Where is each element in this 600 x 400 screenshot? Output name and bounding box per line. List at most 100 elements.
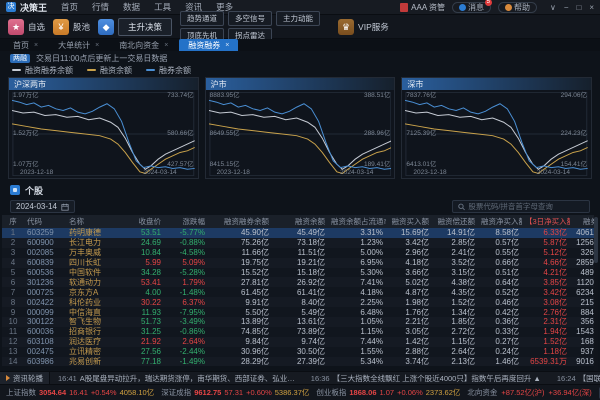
legend-marker	[12, 69, 21, 71]
column-header[interactable]: 代码	[24, 217, 66, 226]
table-row[interactable]: 3002085万丰奥威10.84-4.58%11.66亿11.51亿5.00%2…	[2, 248, 598, 258]
table-row[interactable]: 13002475立讯精密27.56-2.44%30.96亿30.50亿1.55%…	[2, 347, 598, 357]
account-info[interactable]: AAA 资管	[400, 2, 445, 13]
column-header[interactable]: 融资净买入额	[478, 217, 522, 226]
close-icon[interactable]: ×	[225, 42, 229, 49]
column-header[interactable]: 融资买入额	[386, 217, 432, 226]
table-row[interactable]: 6301236软通动力53.411.79%27.81亿26.92亿7.41%5.…	[2, 277, 598, 287]
ticker-item[interactable]: 16:41A股尾盘异动拉升，瑞达期货涨停，南华期货、西部证券、弘业…	[58, 373, 295, 384]
y-axis-label: 154.41亿	[561, 162, 587, 168]
table-cell: 润达医疗	[66, 337, 124, 346]
table-scrollbar[interactable]	[594, 215, 598, 371]
table-cell: -4.58%	[164, 248, 208, 257]
column-header[interactable]: 融资融券余额	[208, 217, 272, 226]
menu-item[interactable]: 行情	[92, 1, 109, 13]
legend-item[interactable]: 融资余额	[87, 65, 132, 76]
menu-item[interactable]: 首页	[61, 1, 78, 13]
close-icon[interactable]: ×	[34, 42, 38, 49]
close-icon[interactable]: ×	[95, 42, 99, 49]
table-row[interactable]: 5600536中国软件34.28-5.28%15.52亿15.18亿5.30%3…	[2, 268, 598, 278]
y-axis-label: 8883.95亿	[210, 93, 240, 99]
table-cell: 5.02亿	[386, 278, 432, 287]
main-rise-button[interactable]: 主升决策	[118, 18, 172, 36]
column-header[interactable]: 【3日净买入额】	[522, 217, 570, 226]
table-cell: 53.51	[124, 228, 164, 237]
table-cell: 19.75亿	[208, 258, 272, 267]
ticker-item[interactable]: 16:24【国联证券】银行后续绝对收益下跌空间不大 具备高股息扩容潜力的企业…	[557, 373, 600, 384]
messages-button[interactable]: 消息 5	[452, 2, 491, 13]
table-row[interactable]: 12603108润达医疗21.922.64%9.84亿9.74亿7.44%1.4…	[2, 337, 598, 347]
column-header[interactable]: 融资余额	[272, 217, 328, 226]
minimize-button[interactable]: −	[564, 3, 569, 12]
tab-首页[interactable]: 首页×	[4, 39, 47, 51]
stockpool-button[interactable]: ¥ 股池	[53, 19, 90, 35]
table-row[interactable]: 2600900长江电力24.69-0.88%75.26亿73.18亿1.23%3…	[2, 238, 598, 248]
table-cell: 8.58亿	[478, 228, 522, 237]
watchlist-button[interactable]: ★ 自选	[8, 19, 45, 35]
table-cell: -1.48%	[164, 288, 208, 297]
table-cell: 1.23%	[328, 238, 386, 247]
y-axis-label: 427.57亿	[167, 162, 193, 168]
table-row[interactable]: 14603986兆易创新77.18-1.49%28.29亿27.39亿5.34%…	[2, 357, 598, 367]
ticker-item[interactable]: 16:36【三大指数全线飘红 上涨个股近4000只】指数午后再度回升 ▲	[311, 373, 541, 384]
date-picker[interactable]: 2024-03-14	[10, 200, 75, 213]
table-cell: 2.96亿	[386, 248, 432, 257]
margin-badge: 两融	[10, 54, 30, 63]
column-header[interactable]: 收盘价	[124, 217, 164, 226]
table-cell: 5.50亿	[208, 308, 272, 317]
table-cell: 6.37%	[164, 298, 208, 307]
table-row[interactable]: 7000725京东方A4.00-1.48%61.45亿61.41亿4.18%4.…	[2, 287, 598, 297]
table-cell: 4	[2, 258, 24, 267]
index-quote[interactable]: 深证成指9612.7557.31+0.60%5386.37亿	[161, 387, 309, 398]
legend-item[interactable]: 融券余额	[146, 65, 191, 76]
table-row[interactable]: 4600839四川长虹5.995.09%19.75亿19.21亿6.95%4.1…	[2, 258, 598, 268]
menu-item[interactable]: 工具	[154, 1, 171, 13]
table-cell: 3.42亿	[386, 238, 432, 247]
table-cell: 5.34%	[328, 357, 386, 366]
index-quote[interactable]: 上证指数3054.6416.41+0.54%4058.10亿	[6, 387, 154, 398]
tab-大单统计[interactable]: 大单统计×	[49, 39, 108, 51]
table-cell: 3.66亿	[386, 268, 432, 277]
table-cell: -0.88%	[164, 238, 208, 247]
table-cell: 1.42亿	[386, 337, 432, 346]
feature-button[interactable]: 多空信号	[228, 11, 272, 26]
table-cell: -0.86%	[164, 327, 208, 336]
column-header[interactable]: 融资偿还额	[432, 217, 478, 226]
y-axis-label: 224.23亿	[561, 131, 587, 137]
table-row[interactable]: 10300122智飞生物51.73-3.49%13.89亿13.61亿1.05%…	[2, 317, 598, 327]
table-row[interactable]: 11600036招商银行31.25-0.86%74.85亿73.89亿1.15%…	[2, 327, 598, 337]
document-icon	[400, 3, 408, 12]
column-header[interactable]: 融资余额占流通市值比	[328, 217, 386, 226]
table-cell: 药明康德	[66, 228, 124, 237]
help-button[interactable]: 帮助	[498, 2, 537, 13]
vip-button[interactable]: ♛ VIP服务	[338, 19, 389, 35]
menu-item[interactable]: 数据	[123, 1, 140, 13]
north-funds[interactable]: 北向资金 +87.52亿(沪) +36.94亿(深)	[467, 387, 591, 398]
table-cell: 1.79%	[164, 278, 208, 287]
tab-南北向资金[interactable]: 南北向资金×	[110, 39, 177, 51]
close-button[interactable]: ×	[589, 3, 594, 12]
maximize-button[interactable]: □	[576, 3, 581, 12]
index-quote[interactable]: 创业板指1868.061.07+0.06%2373.62亿	[316, 387, 460, 398]
collapse-icon[interactable]: ∨	[550, 3, 556, 12]
y-axis-label: 1.97万亿	[13, 93, 39, 99]
table-row[interactable]: 8002422科伦药业30.226.37%9.91亿8.40亿2.25%1.98…	[2, 297, 598, 307]
stock-search-input[interactable]	[468, 202, 584, 211]
table-cell: 软通动力	[66, 278, 124, 287]
table-row[interactable]: 9000099中信海直11.93-7.95%5.50亿5.49亿6.48%1.7…	[2, 307, 598, 317]
ticker-label[interactable]: 资讯轮播	[0, 372, 50, 384]
table-cell: 45.49亿	[272, 228, 328, 237]
table-controls: 2024-03-14	[0, 198, 600, 215]
column-header[interactable]: 名称	[66, 217, 124, 226]
scrollbar-thumb[interactable]	[594, 217, 598, 263]
table-row[interactable]: 1603259药明康德53.51-5.77%45.90亿45.49亿3.31%1…	[2, 228, 598, 238]
charts-row: 沪深两市1.97万亿1.52万亿1.07万亿733.74亿580.66亿427.…	[0, 76, 600, 182]
table-cell: 10.84	[124, 248, 164, 257]
column-header[interactable]: 序	[2, 217, 24, 226]
legend-item[interactable]: 融资融券余额	[12, 65, 73, 76]
feature-button[interactable]: 主力动能	[276, 11, 320, 26]
feature-button[interactable]: 趋势通道	[180, 11, 224, 26]
column-header[interactable]: 涨跌幅	[164, 217, 208, 226]
tab-融资融券[interactable]: 融资融券×	[179, 39, 238, 51]
close-icon[interactable]: ×	[164, 42, 168, 49]
